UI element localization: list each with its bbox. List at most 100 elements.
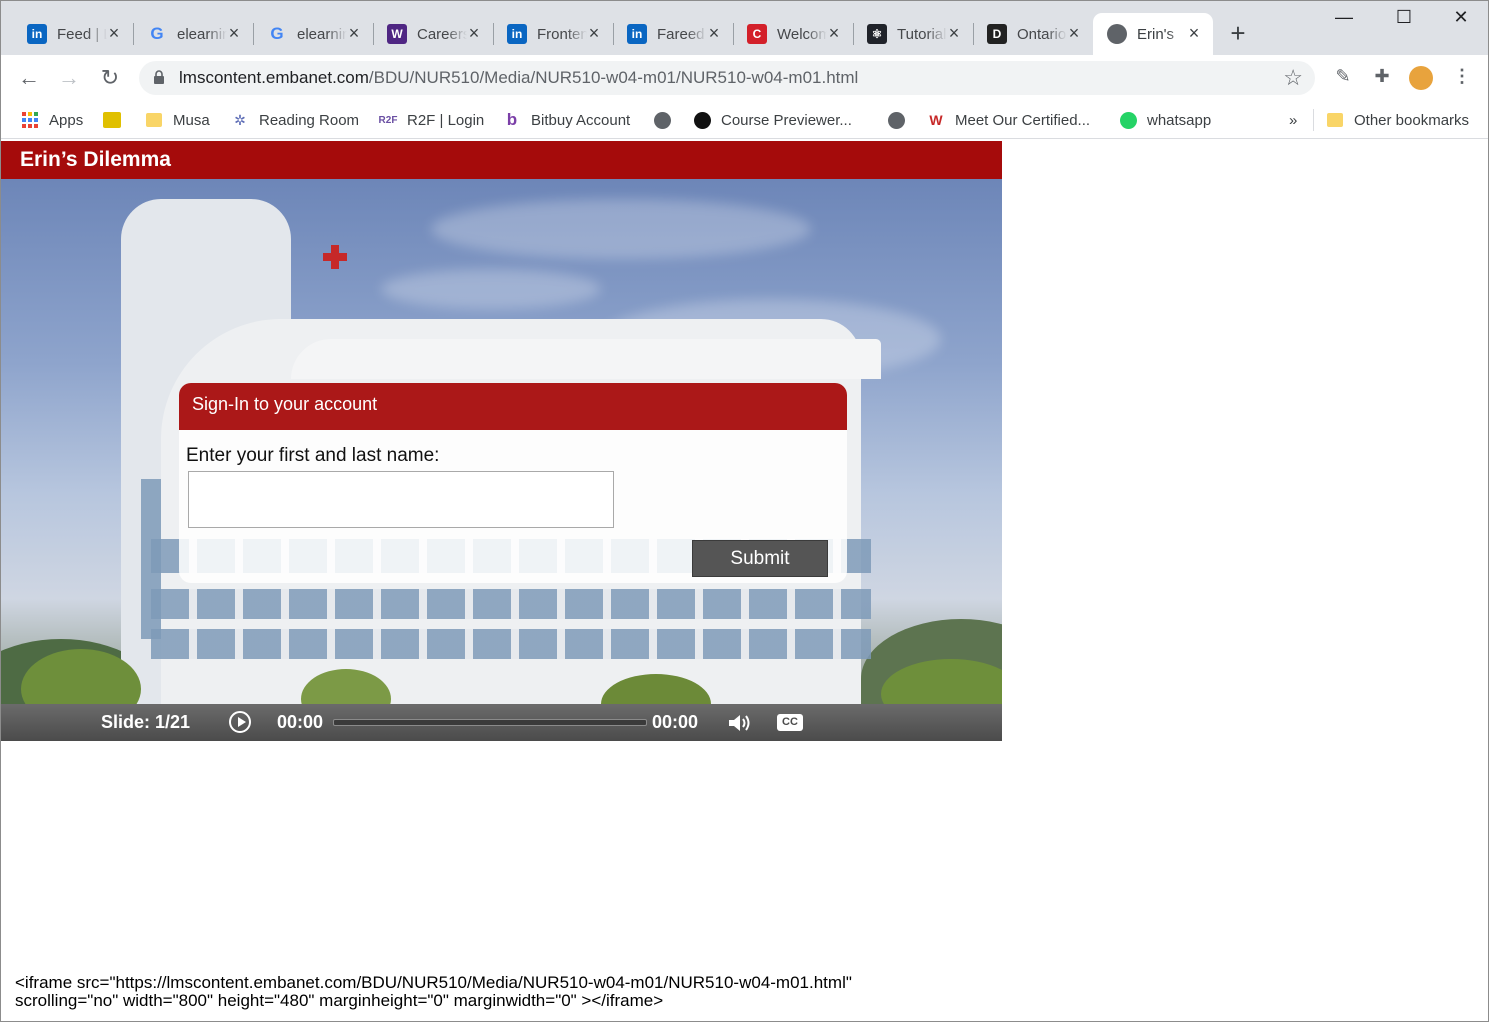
slide-counter: Slide: 1/21 — [101, 712, 191, 732]
r2f-icon: R2F — [378, 114, 398, 126]
forward-icon[interactable]: → — [54, 63, 84, 93]
tab-close-icon[interactable]: × — [465, 24, 483, 42]
browser-tab[interactable]: Erin's × — [1093, 13, 1213, 55]
browser-tab[interactable]: Gelearning× — [133, 13, 254, 55]
current-time: 00:00 — [277, 712, 324, 732]
sign-in-dialog: Sign-In to your account Enter your first… — [179, 383, 847, 583]
browser-tab[interactable]: in Fareed × — [613, 13, 734, 55]
submit-button[interactable]: Submit — [692, 540, 828, 577]
linkedin-icon: in — [507, 24, 527, 44]
browser-tab[interactable]: ⚛ Tutorial × — [853, 13, 974, 55]
browser-tab[interactable]: in Frontend× — [493, 13, 614, 55]
extensions-puzzle-icon[interactable]: ✚ — [1370, 66, 1394, 90]
tab-strip: inFeed | LinkedIn×Gelearning×Gelearning×… — [1, 1, 1488, 55]
new-tab-button[interactable]: + — [1225, 20, 1251, 47]
globe-icon — [887, 111, 905, 129]
sign-in-dialog-title: Sign-In to your account — [179, 383, 847, 430]
bookmark-label: whatsapp — [1147, 111, 1212, 129]
browser-tab[interactable]: W Careers × — [373, 13, 494, 55]
certified-icon: W — [929, 112, 943, 128]
globe-icon — [1107, 24, 1127, 44]
tab-close-icon[interactable]: × — [585, 24, 603, 42]
url-text[interactable]: lmscontent.embanet.com/BDU/NUR510/Media/… — [179, 68, 858, 88]
bookmark-item[interactable]: b Bitbuy Account — [503, 109, 630, 131]
tab-title: elearning — [297, 25, 347, 43]
bookmark-label: Musa — [173, 111, 210, 129]
browser-tab[interactable]: C Welcome× — [733, 13, 854, 55]
bookmark-item[interactable]: W Meet Our Certified... — [927, 109, 1090, 131]
bookmarks-overflow-button[interactable]: » — [1289, 109, 1297, 131]
linkedin-icon: in — [27, 24, 47, 44]
bookmark-label: Reading Room — [259, 111, 360, 129]
profile-avatar[interactable] — [1409, 66, 1433, 90]
bookmark-label: R2F | Login — [407, 111, 485, 129]
iframe-embed-code: <iframe src="https://lmscontent.embanet.… — [15, 973, 852, 1010]
bookmarks-bar: Apps Musa ✲ Reading Room R2F R2F | Login b Bitb… — [1, 101, 1488, 139]
lock-icon — [154, 70, 164, 84]
course-previewer-icon — [693, 111, 711, 129]
address-bar[interactable]: lmscontent.embanet.com/BDU/NUR510/Media/… — [139, 61, 1315, 95]
tab-title: Tutorial — [897, 25, 947, 43]
react-icon: ⚛ — [867, 24, 887, 44]
apps-grid-icon — [21, 111, 39, 129]
globe-icon — [653, 111, 671, 129]
bookmark-item[interactable] — [103, 109, 131, 131]
total-time: 00:00 — [652, 712, 699, 732]
browser-toolbar: ← → ↻ lmscontent.embanet.com/BDU/NUR510/… — [1, 55, 1488, 101]
tab-title: Frontend — [537, 25, 587, 43]
minimize-icon[interactable]: — — [1321, 7, 1367, 35]
bookmark-label: Bitbuy Account — [531, 111, 631, 129]
bookmark-item[interactable]: Course Previewer... — [693, 109, 852, 131]
browser-tab[interactable]: D Ontario × — [973, 13, 1093, 55]
course-player: Erin’s Dilemma Sign-In to your account E… — [1, 141, 1002, 741]
player-controls: Slide: 1/21 00:00 00:00 CC — [1, 704, 1002, 741]
url-host: lmscontent.embanet.com — [179, 68, 369, 87]
bookmark-item[interactable]: ✲ Reading Room — [231, 109, 359, 131]
bookmark-favicon-icon — [103, 111, 121, 129]
tab-close-icon[interactable]: × — [1065, 24, 1083, 42]
seek-bar[interactable] — [333, 719, 647, 726]
bookmark-item[interactable] — [887, 109, 915, 131]
bookmark-item[interactable] — [653, 109, 681, 131]
other-bookmarks-folder[interactable]: Other bookmarks — [1326, 109, 1469, 131]
tab-title: Erin's — [1137, 25, 1175, 43]
reading-room-icon: ✲ — [234, 111, 246, 128]
volume-icon[interactable] — [728, 714, 754, 732]
linkedin-icon: in — [627, 24, 647, 44]
bookmark-label: Apps — [49, 111, 84, 129]
bookmark-item[interactable]: R2F R2F | Login — [378, 109, 485, 131]
tab-title: Careers — [417, 25, 467, 43]
name-input[interactable] — [188, 471, 614, 528]
tab-close-icon[interactable]: × — [105, 24, 123, 42]
c-logo-icon: C — [747, 24, 767, 44]
google-icon: G — [270, 24, 284, 43]
back-icon[interactable]: ← — [14, 63, 44, 93]
bookmark-item[interactable]: Apps — [21, 109, 83, 131]
tab-close-icon[interactable]: × — [1185, 24, 1203, 42]
chrome-menu-icon[interactable]: ⋮ — [1450, 66, 1474, 90]
other-bookmarks-label: Other bookmarks — [1354, 111, 1470, 129]
eyedropper-extension-icon[interactable]: ✎ — [1331, 66, 1355, 90]
bookmark-item[interactable]: whatsapp — [1119, 109, 1211, 131]
tab-close-icon[interactable]: × — [225, 24, 243, 42]
maximize-icon[interactable]: ☐ — [1381, 7, 1427, 35]
tab-close-icon[interactable]: × — [345, 24, 363, 42]
play-icon[interactable] — [229, 711, 251, 733]
tab-close-icon[interactable]: × — [705, 24, 723, 42]
name-prompt-label: Enter your first and last name: — [186, 445, 440, 466]
tab-close-icon[interactable]: × — [825, 24, 843, 42]
tab-title: Ontario — [1017, 25, 1067, 43]
browser-tab[interactable]: in Feed | LinkedIn× — [13, 13, 134, 55]
close-window-icon[interactable]: ✕ — [1438, 7, 1484, 35]
url-path: /BDU/NUR510/Media/NUR510-w04-m01/NUR510-… — [368, 68, 859, 87]
slide-title: Erin’s Dilemma — [1, 141, 1002, 179]
tab-close-icon[interactable]: × — [945, 24, 963, 42]
western-crest-icon: W — [387, 24, 407, 44]
closed-captions-icon[interactable]: CC — [777, 714, 803, 731]
bookmark-label: Course Previewer... — [721, 111, 852, 129]
whatsapp-icon — [1119, 111, 1137, 129]
bookmark-item[interactable]: Musa — [145, 109, 210, 131]
reload-icon[interactable]: ↻ — [95, 63, 125, 93]
browser-tab[interactable]: Gelearning× — [253, 13, 374, 55]
bookmark-star-icon[interactable]: ☆ — [1283, 65, 1303, 91]
